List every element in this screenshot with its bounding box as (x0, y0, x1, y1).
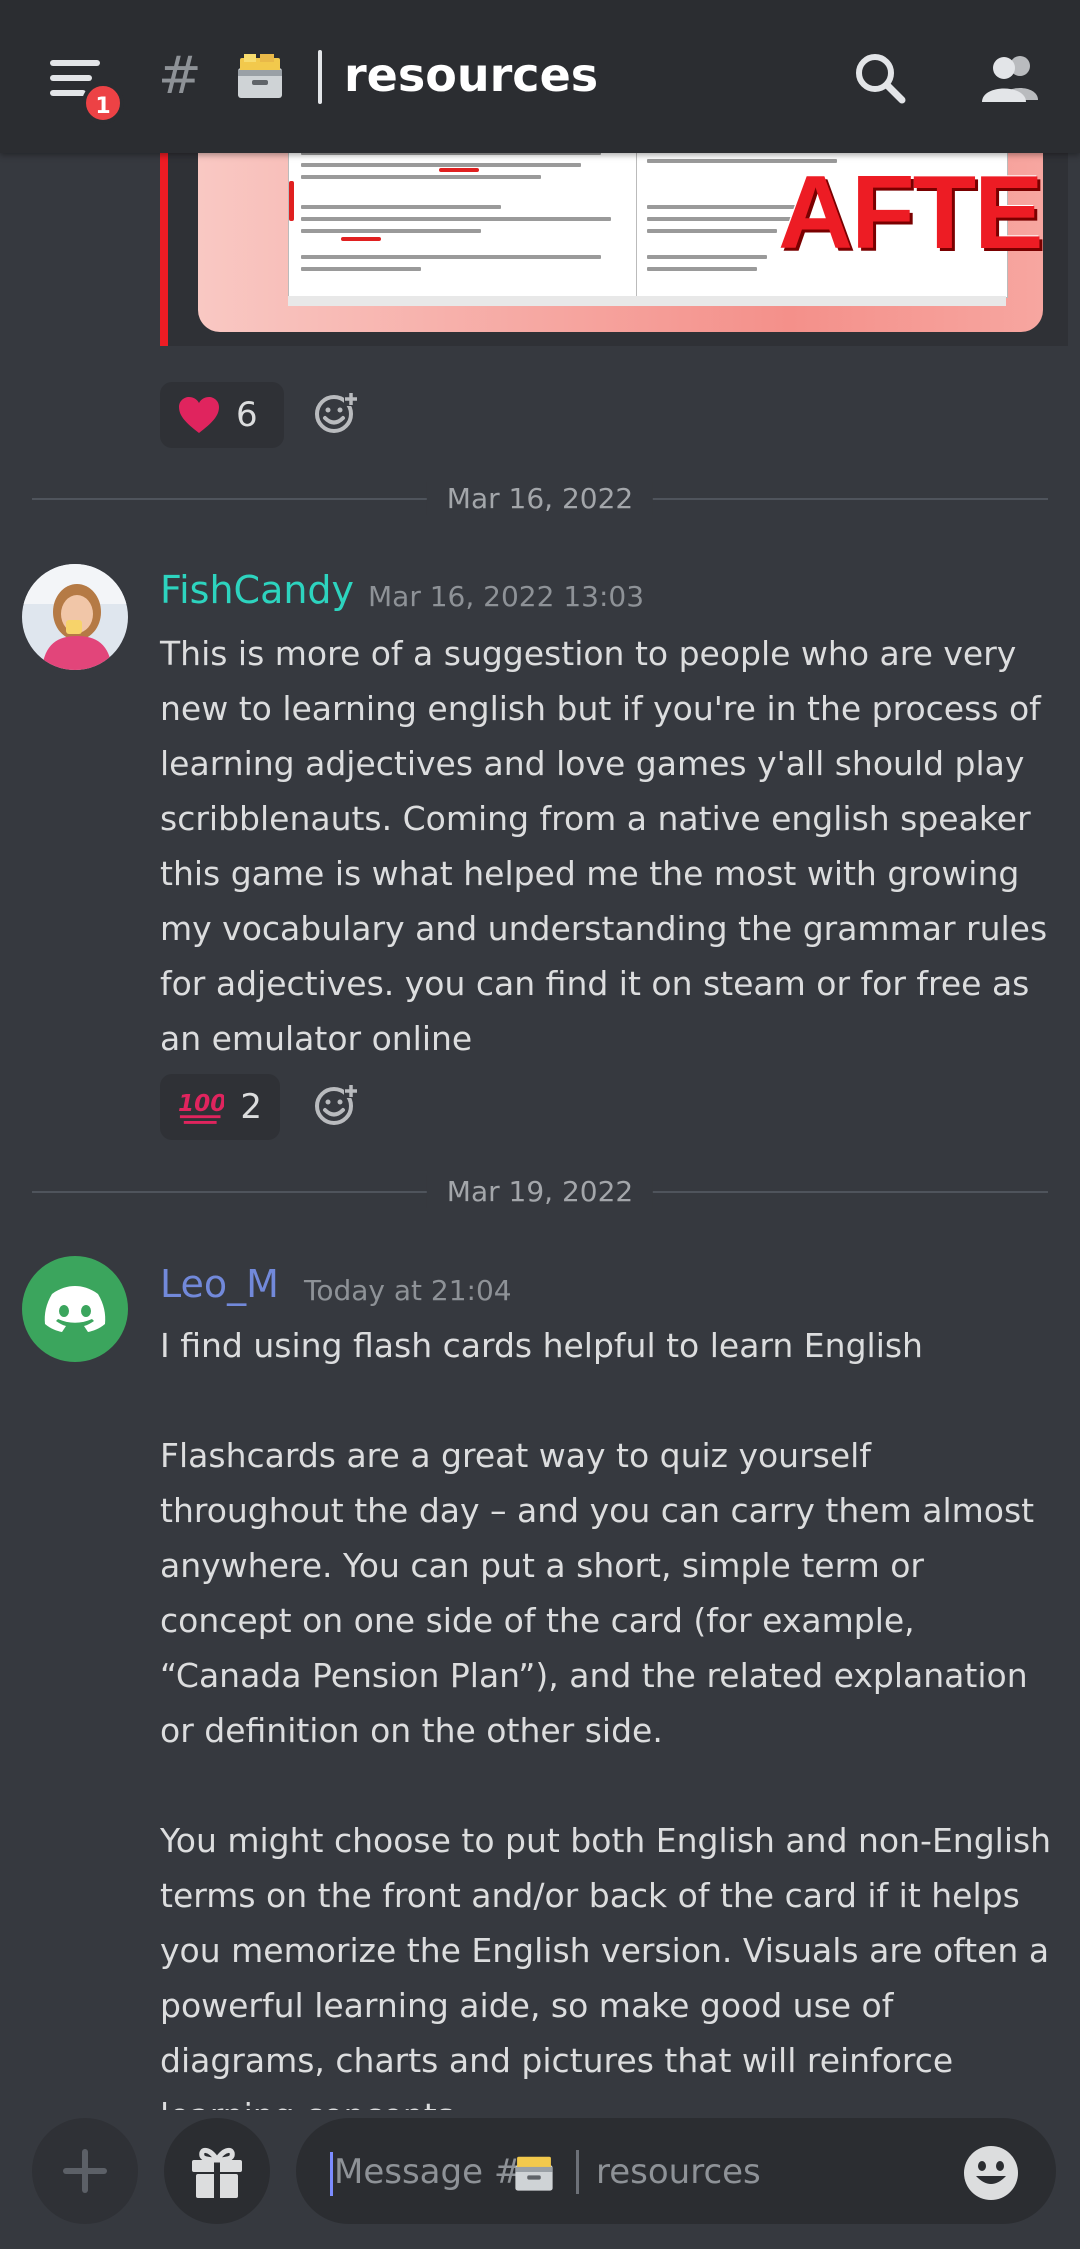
emoji-icon[interactable] (962, 2144, 1020, 2202)
header-separator (318, 50, 322, 104)
attach-button[interactable] (32, 2118, 138, 2224)
svg-text:100: 100 (178, 1090, 224, 1117)
card-file-box-icon (515, 2156, 553, 2191)
channel-header: 1 # resources (0, 0, 1080, 153)
message-content: This is more of a suggestion to people w… (160, 634, 1058, 1058)
message-author[interactable]: Leo_M (160, 1262, 279, 1306)
message-placeholder-channel: resources (596, 2152, 761, 2192)
message-timestamp: Mar 16, 2022 13:03 (368, 580, 645, 613)
add-reaction-icon[interactable] (314, 1082, 360, 1128)
plus-icon (63, 2149, 107, 2193)
members-icon[interactable] (980, 52, 1042, 104)
message-placeholder: Message # (334, 2152, 523, 2192)
channel-hash-icon: # (158, 46, 202, 106)
gift-icon (192, 2148, 242, 2198)
discord-logo-icon (44, 1286, 106, 1332)
add-reaction-icon[interactable] (314, 390, 360, 436)
card-file-box-icon (238, 54, 282, 98)
reaction-count: 2 (240, 1087, 262, 1127)
gift-button[interactable] (164, 2118, 270, 2224)
heart-reaction[interactable]: 6 (160, 382, 284, 448)
message-timestamp: Today at 21:04 (304, 1274, 512, 1307)
reaction-count: 6 (236, 395, 258, 435)
avatar-photo (22, 564, 128, 670)
image-embed[interactable]: AFTER (160, 120, 1068, 346)
placeholder-separator (576, 2150, 579, 2194)
date-divider-label: Mar 16, 2022 (426, 482, 654, 515)
search-icon[interactable] (852, 50, 908, 106)
hundred-points-icon: 100 (178, 1090, 224, 1124)
heart-icon (179, 397, 219, 433)
hundred-reaction[interactable]: 100 2 (160, 1074, 280, 1140)
after-label: AFTER (778, 155, 1043, 271)
document-toolbar (288, 296, 1006, 306)
date-divider-label: Mar 19, 2022 (426, 1175, 654, 1208)
notification-badge: 1 (82, 82, 124, 124)
message-content: I find using flash cards helpful to lear… (160, 1326, 1052, 2135)
text-caret (330, 2152, 333, 2196)
avatar-leo-m[interactable] (22, 1256, 128, 1362)
avatar-fishcandy[interactable] (22, 564, 128, 670)
channel-name: resources (344, 48, 599, 102)
message-author[interactable]: FishCandy (160, 568, 354, 612)
